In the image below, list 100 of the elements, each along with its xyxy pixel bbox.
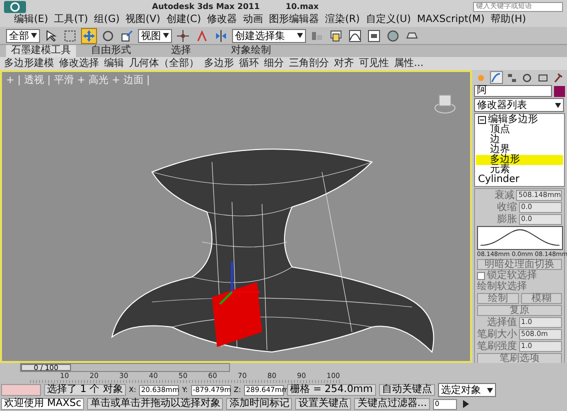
file-name: 10.max [286,2,319,11]
menu-item[interactable]: 图形编辑器 [269,14,320,26]
caret-icon [297,33,303,38]
app-logo-icon[interactable] [4,0,26,12]
modifier-stack-item[interactable]: 边 [490,135,500,145]
caret-icon [555,102,561,108]
modifier-stack-item[interactable]: 顶点 [490,125,510,135]
window-icon [368,30,380,42]
scale-icon [121,30,133,42]
ribbon-item[interactable]: 属性... [394,58,424,70]
group-title: 绘制软选择 [477,282,528,292]
tool-button[interactable] [119,28,135,44]
monitor-icon [538,72,548,82]
menu-item[interactable]: 修改器 [207,14,238,26]
ribbon-item[interactable]: 细分 [264,58,284,70]
selection-set-dropdown[interactable]: 创建选择集 [232,28,306,42]
key-filters-button[interactable]: 关键点过滤器... [354,398,430,410]
ribbon-item[interactable]: 多边形建模 [4,58,54,70]
menu-item[interactable]: 自定义(U) [366,14,411,26]
menu-item[interactable]: 帮助(H) [490,14,526,26]
auto-key-button[interactable]: 自动关键点 [378,384,435,396]
sphere-icon [387,30,399,42]
menu-item[interactable]: 创建(C) [166,14,202,26]
cursor-icon [45,30,57,42]
ribbon-tab[interactable]: 石墨建模工具 [6,45,76,57]
time-tag-button[interactable]: 添加时间标记 [226,398,292,410]
layers-icon [330,30,342,42]
maxscript-field[interactable]: 欢迎使用 MAXSc [1,398,84,410]
window-title: Autodesk 3ds Max 2011 [152,2,260,11]
grid-status: 栅格 = 254.0mm [286,384,376,396]
key-target-dropdown[interactable]: 选定对象 [438,383,496,397]
menu-item[interactable]: 编辑(E) [14,14,48,26]
ribbon-item[interactable]: 几何体（全部） [129,58,199,70]
curve-icon [349,30,361,42]
field-label: 衰减 [493,190,514,200]
ribbon-tab[interactable]: 对象绘制 [216,45,286,57]
checkbox-label: 锁定软选择 [487,271,537,281]
prompt-text: 单击或单击并拖动以选择对象 [87,398,224,410]
ribbon-item[interactable]: 循环 [239,58,259,70]
ribbon-tab[interactable]: 选择 [146,45,216,57]
hammer-icon [553,72,564,82]
caret-icon [31,33,37,38]
object-name-field[interactable]: 阿 [474,85,552,97]
selection-status: 选择了 1 个 对象 [44,384,126,396]
modifier-stack-item[interactable]: 编辑多边形 [488,115,538,125]
shade-toggle-button[interactable]: 明暗处理面切换 [477,259,562,270]
field-label: 膨胀 [496,214,517,224]
tool-button[interactable] [347,28,363,44]
set-key-button[interactable]: 设置关键点 [295,398,352,410]
circle-icon [102,30,114,42]
tool-button[interactable] [385,28,401,44]
paint-button[interactable]: 模糊 [520,293,562,304]
caret-icon [163,33,169,38]
align-icon [311,30,323,42]
menu-item[interactable]: 组(G) [94,14,120,26]
dashed-square-icon [64,30,76,42]
tool-button[interactable] [328,28,344,44]
tool-button[interactable] [213,28,229,44]
crosshair-icon [177,30,189,42]
menu-item[interactable]: 渲染(R) [325,14,360,26]
panel-tab[interactable] [505,71,518,84]
collapse-icon[interactable] [478,116,486,124]
checkbox[interactable] [477,272,485,280]
revert-button[interactable]: 复原 [477,305,562,316]
curve-icon [491,72,502,82]
menu-item[interactable]: MAXScript(M) [416,14,485,26]
modifier-stack-item[interactable]: 边界 [490,145,510,155]
play-icon [462,400,470,408]
brush-options-button[interactable]: 笔刷选项 [477,353,562,364]
hierarchy-icon [506,72,517,82]
ribbon-item[interactable]: 多边形 [204,58,234,70]
field-label: 选择值 [486,318,517,328]
tool-button[interactable] [175,28,191,44]
menu-item[interactable]: 工具(T) [54,14,88,26]
modifier-stack-item[interactable]: Cylinder [478,175,520,185]
color-swatch[interactable] [554,86,565,96]
modifier-stack-item[interactable]: 元素 [490,165,510,175]
menu-item[interactable]: 动画 [243,14,264,26]
ribbon-item[interactable]: 对齐 [334,58,354,70]
caret-icon [486,388,493,392]
ribbon-tab[interactable]: 自由形式 [76,45,146,57]
paint-button[interactable]: 绘制 [477,293,518,304]
panel-tab[interactable] [490,71,503,84]
menu-item[interactable]: 视图(V) [126,14,160,26]
ring-icon [522,72,532,82]
selection-filter-dropdown[interactable]: 全部 [6,28,40,42]
ribbon-item[interactable]: 编辑 [104,58,124,70]
move-arrows-icon [83,30,95,42]
coordinate-dropdown[interactable]: 视图 [138,28,172,42]
tool-button[interactable] [366,28,382,44]
mirror-icon [215,30,227,42]
ribbon-item[interactable]: 三角剖分 [289,58,329,70]
modifier-list-dropdown[interactable]: 修改器列表 [474,98,564,112]
panel-tab[interactable] [552,71,565,84]
field-label: 收缩 [496,202,517,212]
field-label: 笔刷强度 [477,342,517,352]
ribbon-item[interactable]: 修改选择 [59,58,99,70]
field-label: 笔刷大小 [477,330,517,340]
ribbon-item[interactable]: 可见性 [359,58,389,70]
panel-tab[interactable] [520,71,534,84]
